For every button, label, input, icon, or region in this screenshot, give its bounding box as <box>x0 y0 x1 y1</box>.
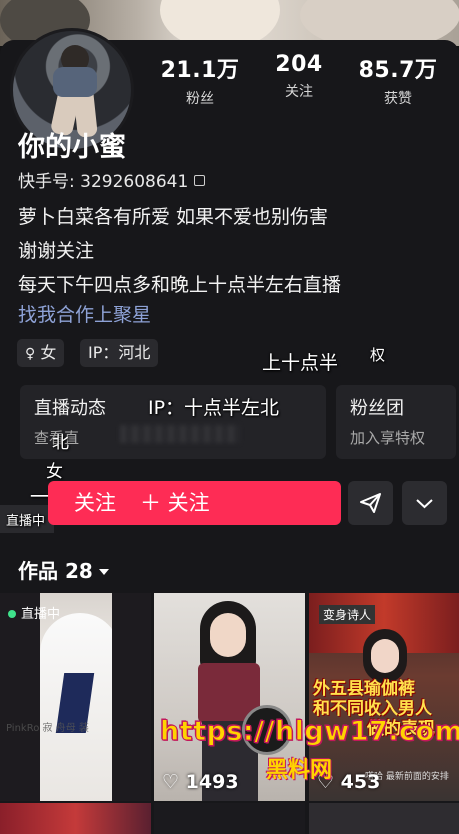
overlay-text-1: 上十点半 <box>262 352 339 374</box>
fan-club-card[interactable]: 粉丝团 加入享特权 <box>336 385 456 459</box>
live-now-chip[interactable]: 直播中 <box>0 505 54 533</box>
share-button[interactable] <box>348 481 393 525</box>
following-label: 关注 <box>285 84 313 100</box>
watermark-site: 黑料网 <box>266 758 333 783</box>
works-tab-label: 作品 28 <box>18 559 93 583</box>
bio-line-1: 萝卜白菜各有所爱 如果不爱也别伤害 <box>18 206 329 228</box>
thumbnail-1-caption: PinkRo 寂 舟母 装 <box>6 723 89 734</box>
following-stat[interactable]: 204 关注 <box>259 52 339 101</box>
fan-club-title: 粉丝团 <box>350 398 404 419</box>
female-icon: ♀ <box>25 346 36 362</box>
chevron-down-icon <box>416 499 433 509</box>
gender-tag-label: 女 <box>40 343 57 362</box>
bio-line-3: 每天下午四点多和晚上十点半左右直播 <box>18 274 342 296</box>
overlay-text-5: 女 <box>46 462 63 482</box>
cooperation-link[interactable]: 找我合作上聚星 <box>18 300 151 327</box>
follow-ghost-label: 关注 <box>74 491 116 515</box>
following-count: 204 <box>275 52 323 77</box>
likes-label: 获赞 <box>384 91 412 107</box>
more-button[interactable] <box>402 481 447 525</box>
live-dot-icon <box>8 610 16 618</box>
works-tab[interactable]: 作品 28 <box>18 555 109 584</box>
thumbnail-3-caption-1: 外五县瑜伽裤 <box>313 679 415 699</box>
work-thumbnail-4[interactable] <box>0 803 151 834</box>
followers-count: 21.1万 <box>160 58 240 83</box>
kuaishou-id-row[interactable]: 快手号: 3292608641 <box>18 167 206 192</box>
work-thumbnail-6[interactable] <box>309 803 459 834</box>
gender-tag: ♀ 女 <box>17 339 65 367</box>
overlay-text-2: 权 <box>370 346 386 364</box>
copy-icon[interactable] <box>194 175 206 186</box>
follow-button[interactable]: 关注 ＋ 关注 <box>48 481 341 525</box>
live-now-chip-label: 直播中 <box>6 514 46 529</box>
likes-stat[interactable]: 85.7万 获赞 <box>358 52 438 108</box>
likes-count: 85.7万 <box>358 58 438 83</box>
thumbnail-2-likes: ♡ 1493 <box>162 771 239 793</box>
thumbnail-3-top-caption: 变身诗人 <box>319 605 376 624</box>
caret-down-icon <box>98 569 109 575</box>
work-thumbnail-1[interactable]: 直播中 PinkRo 寂 舟母 装 <box>0 593 151 801</box>
overlay-text-4: 北 <box>52 433 69 453</box>
profile-name: 你的小蜜 <box>18 132 126 163</box>
followers-stat[interactable]: 21.1万 粉丝 <box>160 52 240 108</box>
fan-club-subtitle: 加入享特权 <box>350 429 426 447</box>
live-dynamics-title: 直播动态 <box>34 398 106 419</box>
overlay-text-3: IP：十点半左北 <box>148 397 280 419</box>
bio-line-2: 谢谢关注 <box>18 240 95 262</box>
work-thumbnail-5[interactable] <box>154 803 305 834</box>
kuaishou-id: 快手号: 3292608641 <box>18 172 189 192</box>
follow-label: ＋ 关注 <box>140 491 210 515</box>
send-icon <box>360 493 381 513</box>
live-badge: 直播中 <box>8 603 60 622</box>
watermark-url: https://hlgw17.com <box>159 716 459 748</box>
followers-label: 粉丝 <box>186 91 214 107</box>
ip-tag: IP：河北 <box>80 339 159 367</box>
